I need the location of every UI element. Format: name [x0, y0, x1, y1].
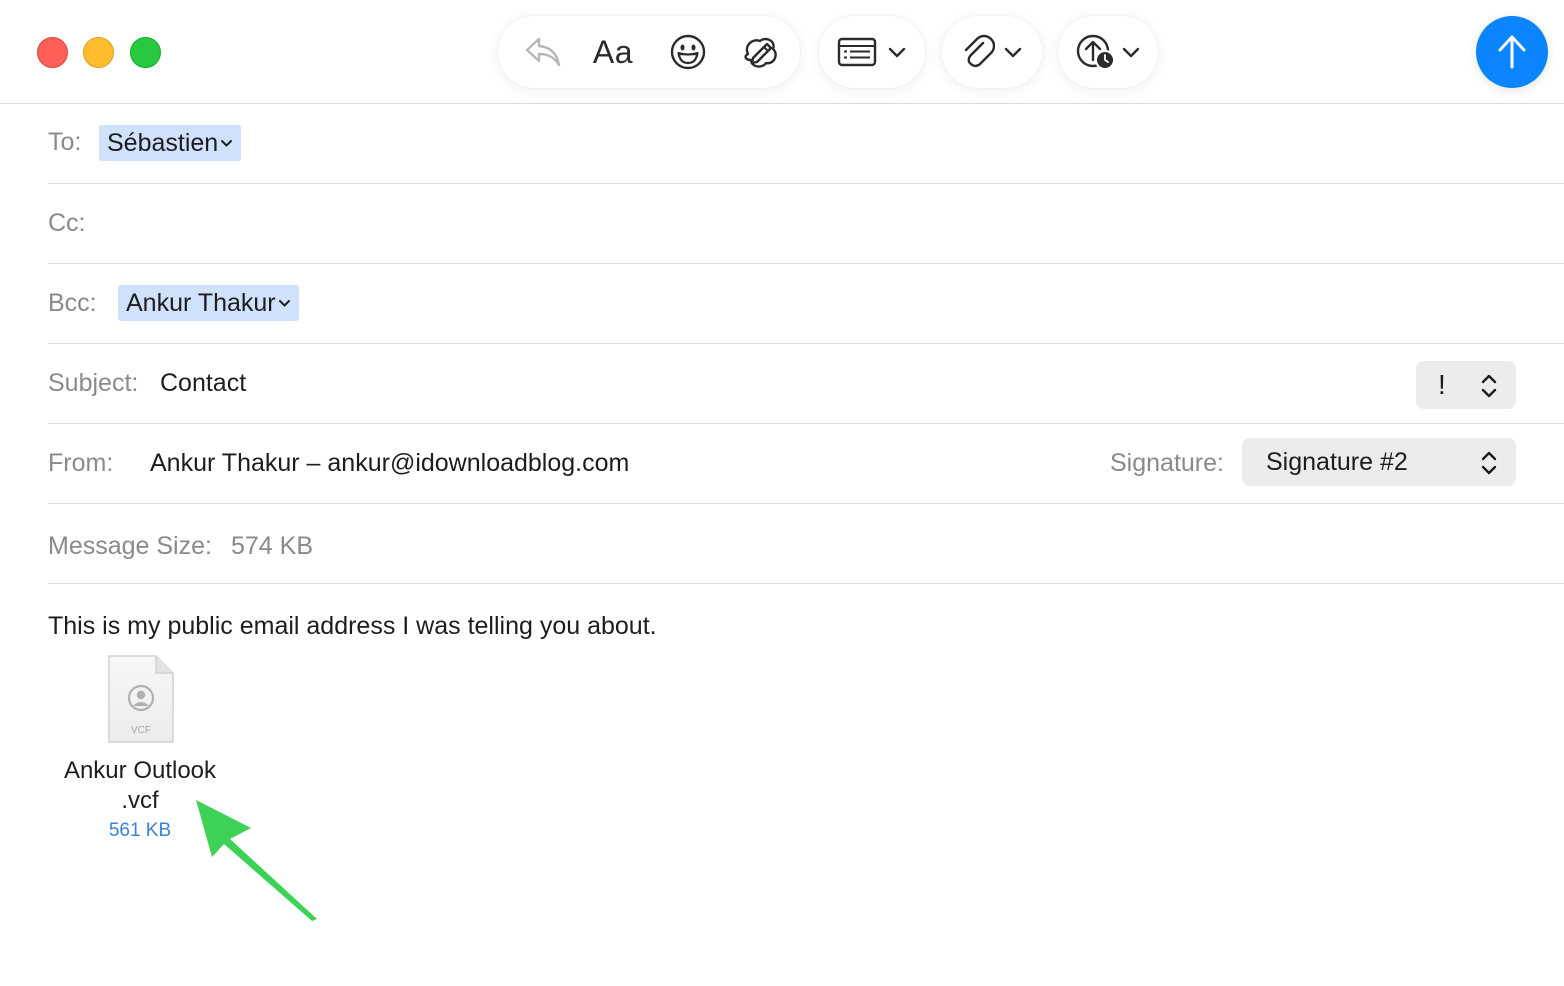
chevron-down-icon: [1122, 47, 1140, 58]
to-field: To: Sébastien: [48, 103, 1564, 184]
header-fields-menu-button[interactable]: [819, 16, 925, 88]
reply-icon: [525, 37, 561, 67]
subject-field: Subject: Contact !: [48, 343, 1564, 424]
chevron-down-icon: [221, 139, 233, 147]
attach-menu-button[interactable]: [942, 16, 1042, 88]
up-down-chevron-icon: [1481, 451, 1497, 475]
annotation-arrow-icon: [196, 800, 317, 921]
message-size-value: 574 KB: [231, 532, 314, 560]
chevron-down-icon: [1004, 47, 1022, 58]
window-titlebar: Aa: [0, 0, 1564, 104]
send-later-menu-button[interactable]: [1058, 16, 1158, 88]
signature-label: Signature:: [1110, 449, 1224, 477]
markup-icon: [744, 37, 777, 68]
from-field: From: Ankur Thakur – ankur@idownloadblog…: [48, 423, 1564, 504]
close-window-button[interactable]: [37, 37, 68, 68]
minimize-window-button[interactable]: [83, 37, 114, 68]
header-fields-icon: [837, 37, 877, 67]
chevron-down-icon: [278, 299, 290, 307]
reply-button[interactable]: [508, 16, 578, 88]
up-down-chevron-icon: [1481, 374, 1497, 398]
toolbar-group-compose: Aa: [498, 16, 800, 88]
send-icon: [1498, 35, 1526, 69]
to-recipient-token[interactable]: Sébastien: [99, 125, 242, 161]
bcc-recipient-name: Ankur Thakur: [126, 289, 276, 317]
format-label: Aa: [592, 33, 634, 70]
toolbar-group-send-later: [1058, 16, 1158, 88]
toolbar-group-header: [819, 16, 925, 88]
priority-select[interactable]: !: [1416, 361, 1516, 409]
emoji-button[interactable]: [653, 16, 723, 88]
toolbar-group-attach: [942, 16, 1042, 88]
signature-select[interactable]: Signature #2: [1242, 438, 1516, 486]
chevron-down-icon: [888, 47, 906, 58]
subject-input[interactable]: Contact: [160, 343, 246, 423]
from-label: From:: [48, 449, 114, 477]
message-size-label: Message Size:: [48, 532, 212, 560]
send-later-icon: [1076, 34, 1115, 70]
file-type-label: VCF: [131, 725, 151, 736]
message-size-row: Message Size: 574 KB: [48, 503, 1564, 584]
message-body-text[interactable]: This is my public email address I was te…: [48, 612, 657, 641]
zoom-window-button[interactable]: [130, 37, 161, 68]
bcc-recipient-token[interactable]: Ankur Thakur: [118, 285, 299, 321]
to-label: To:: [48, 128, 82, 156]
bcc-label: Bcc:: [48, 289, 97, 317]
from-select[interactable]: Ankur Thakur – ankur@idownloadblog.com: [150, 423, 629, 503]
subject-label: Subject:: [48, 369, 139, 397]
emoji-icon: [670, 34, 706, 70]
cc-field[interactable]: Cc:: [48, 183, 1564, 264]
attachment-name-line1: Ankur Outlook: [63, 757, 217, 784]
priority-value: !: [1438, 369, 1446, 400]
send-button[interactable]: [1476, 16, 1548, 88]
signature-value: Signature #2: [1266, 448, 1408, 476]
contact-card-file-icon: VCF: [108, 655, 174, 743]
markup-button[interactable]: [726, 16, 796, 88]
attach-icon: [964, 34, 995, 68]
to-recipient-name: Sébastien: [107, 129, 219, 157]
cc-label: Cc:: [48, 209, 86, 237]
format-button[interactable]: Aa: [578, 16, 648, 88]
bcc-field: Bcc: Ankur Thakur: [48, 263, 1564, 344]
